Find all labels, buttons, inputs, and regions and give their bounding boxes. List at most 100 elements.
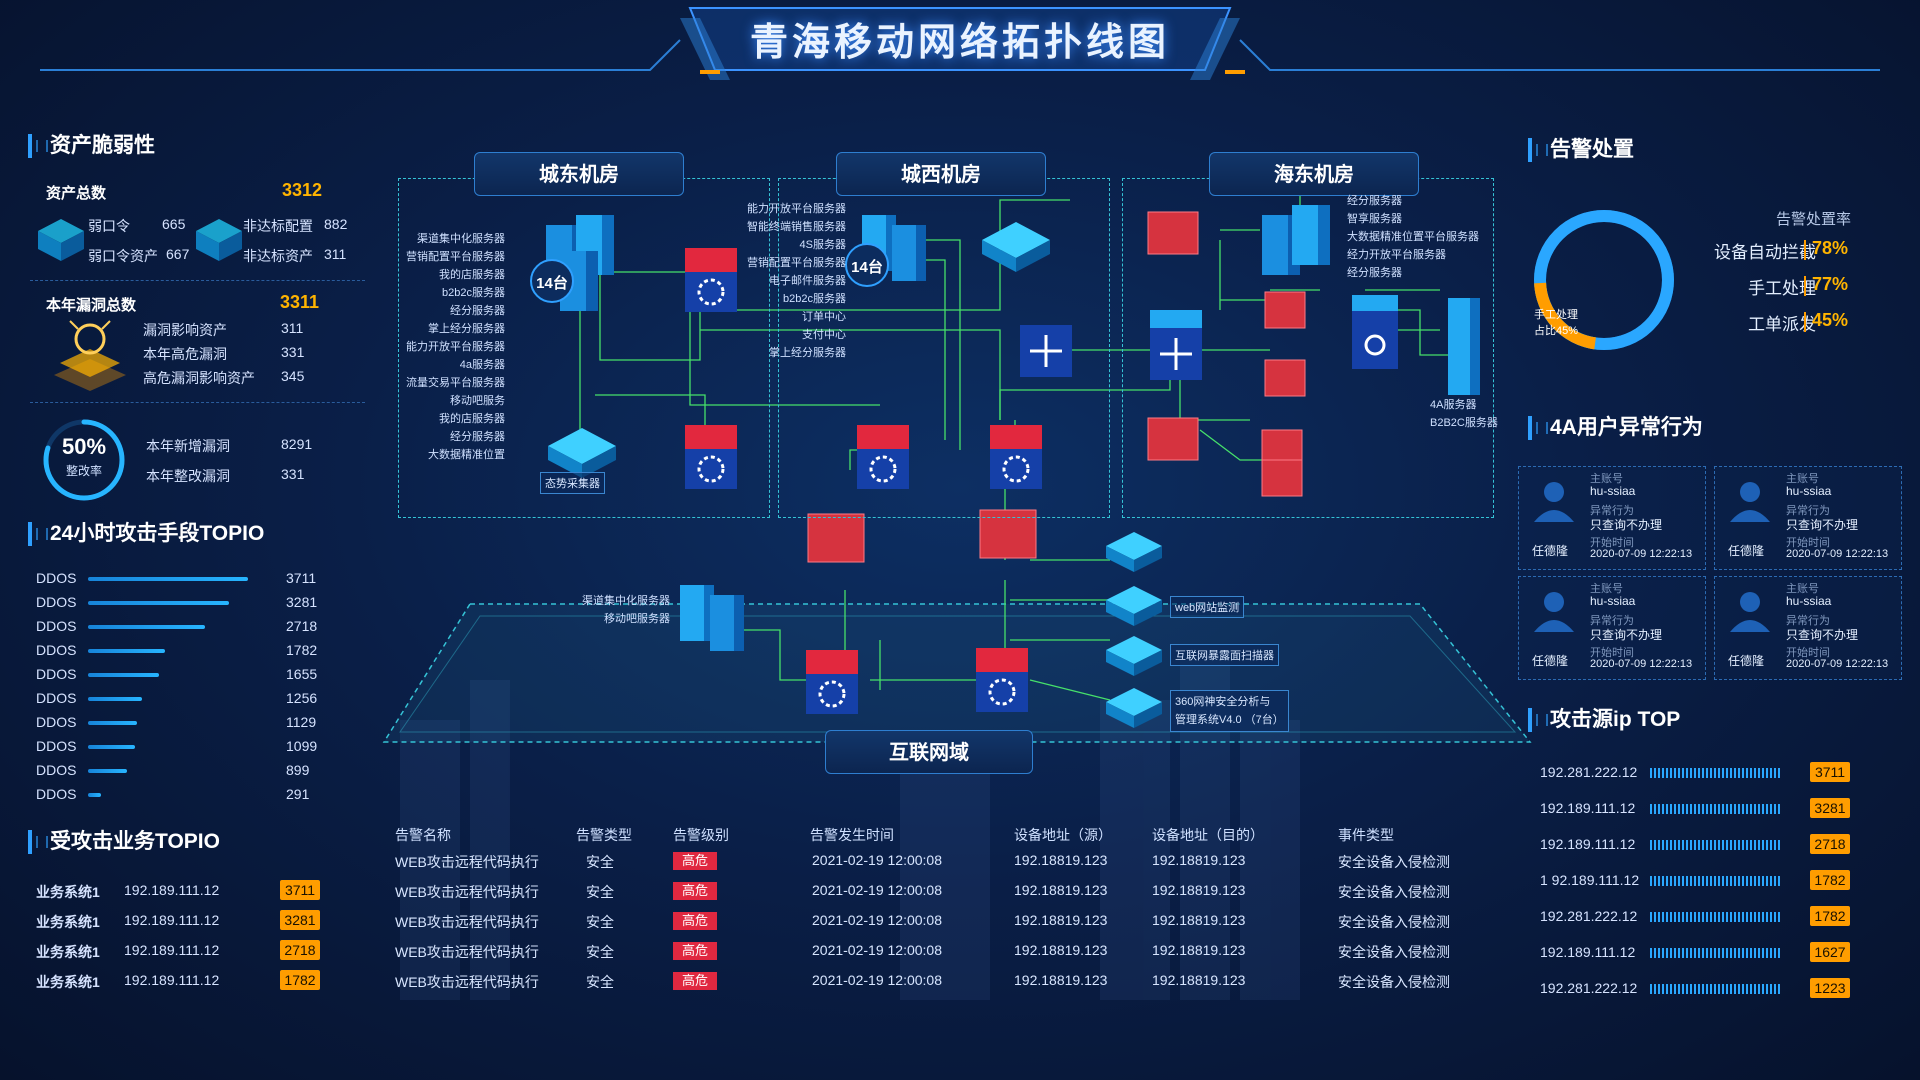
alarm-name[interactable]: WEB攻击远程代码执行 xyxy=(395,942,539,962)
attack-method-value: 1129 xyxy=(286,714,317,730)
user-acct: hu-ssiaa xyxy=(1590,484,1636,498)
alarm-handling-label: 手工处理 xyxy=(1748,279,1816,298)
alarm-rate-title: 告警处置率 xyxy=(1776,211,1852,228)
business-name: 业务系统1 xyxy=(36,974,100,990)
attack-method-label: DDOS xyxy=(36,666,77,682)
user-name: 任德隆 xyxy=(1532,654,1569,668)
alarm-table-header: 设备地址（源） xyxy=(1014,827,1112,843)
alarm-src: 192.18819.123 xyxy=(1014,912,1108,928)
alarm-type: 安全 xyxy=(586,914,614,930)
attack-method-bar xyxy=(88,745,135,749)
attack-ip-bar xyxy=(1650,876,1780,886)
alarm-name[interactable]: WEB攻击远程代码执行 xyxy=(395,972,539,992)
user-time: 2020-07-09 12:22:13 xyxy=(1786,658,1889,670)
alarm-src: 192.18819.123 xyxy=(1014,942,1108,958)
haidong-server-label: 经力开放平台服务器 xyxy=(1347,249,1446,261)
security-analysis-label[interactable]: 360网神安全分析与 管理系统V4.0 （7台） xyxy=(1170,690,1289,732)
attack-method-value: 1655 xyxy=(286,666,318,682)
user-avatar-icon xyxy=(1532,588,1580,636)
web-monitor-label[interactable]: web网站监测 xyxy=(1170,596,1245,618)
alarm-src: 192.18819.123 xyxy=(1014,972,1108,988)
user-name: 任德隆 xyxy=(1728,654,1765,668)
attack-method-bar xyxy=(88,697,142,701)
attack-ip-address: 192.189.111.12 xyxy=(1540,836,1636,852)
haidong-server-label: 经分服务器 xyxy=(1347,267,1402,279)
divider xyxy=(1804,276,1806,296)
alarm-table-header: 事件类型 xyxy=(1338,827,1394,843)
business-name: 业务系统1 xyxy=(36,884,100,900)
business-ip: 192.189.111.12 xyxy=(124,942,220,958)
user-time: 2020-07-09 12:22:13 xyxy=(1590,548,1693,560)
attack-ip-bar xyxy=(1650,984,1780,994)
east-server-label: 4a服务器 xyxy=(459,359,505,371)
user-behavior-section-title: 4A用户异常行为 xyxy=(1528,414,1703,442)
attack-ip-bar xyxy=(1650,912,1780,922)
alarm-time: 2021-02-19 12:00:08 xyxy=(812,912,942,928)
attack-ip-address: 1 92.189.111.12 xyxy=(1540,872,1640,888)
attack-method-label: DDOS xyxy=(36,570,77,586)
attack-method-value: 2718 xyxy=(286,618,318,634)
attack-method-label: DDOS xyxy=(36,762,77,778)
east-count-badge: 14台 xyxy=(536,275,568,292)
attack-ip-address: 192.189.111.12 xyxy=(1540,800,1636,816)
alarm-name[interactable]: WEB攻击远程代码执行 xyxy=(395,882,539,902)
room-tab-west[interactable]: 城西机房 xyxy=(836,152,1046,196)
alarm-handling-value: 77% xyxy=(1812,274,1849,294)
room-tab-internet[interactable]: 互联网域 xyxy=(825,730,1033,774)
east-server-label: 渠道集中化服务器 xyxy=(417,233,505,245)
attack-ip-count-badge: 1782 xyxy=(1810,870,1850,890)
user-acct: hu-ssiaa xyxy=(1590,594,1636,608)
room-tab-haidong[interactable]: 海东机房 xyxy=(1209,152,1419,196)
user-act: 只查询不办理 xyxy=(1590,628,1663,642)
east-server-label: 能力开放平台服务器 xyxy=(406,341,505,353)
attack-method-bar xyxy=(88,649,165,653)
room-tab-east[interactable]: 城东机房 xyxy=(474,152,684,196)
user-time: 2020-07-09 12:22:13 xyxy=(1590,658,1693,670)
divider xyxy=(1804,240,1806,260)
east-server-label: 经分服务器 xyxy=(450,305,505,317)
alarm-event: 安全设备入侵检测 xyxy=(1338,854,1450,870)
alarm-event: 安全设备入侵检测 xyxy=(1338,884,1450,900)
alarm-dst: 192.18819.123 xyxy=(1152,972,1246,988)
attack-ip-count-badge: 3711 xyxy=(1810,762,1850,782)
haidong-server-label: 智享服务器 xyxy=(1347,213,1402,225)
alarm-time: 2021-02-19 12:00:08 xyxy=(812,882,942,898)
haidong-right-label: B2B2C服务器 xyxy=(1430,417,1498,429)
attack-method-label: DDOS xyxy=(36,738,77,754)
attack-method-value: 291 xyxy=(286,786,310,802)
alarm-name[interactable]: WEB攻击远程代码执行 xyxy=(395,912,539,932)
internet-server-label: 移动吧服务器 xyxy=(604,613,670,625)
alarm-handling-label: 工单派发 xyxy=(1748,315,1816,334)
business-ip: 192.189.111.12 xyxy=(124,912,220,928)
exposure-scanner-label[interactable]: 互联网暴露面扫描器 xyxy=(1170,644,1279,666)
alarm-event: 安全设备入侵检测 xyxy=(1338,914,1450,930)
business-ip: 192.189.111.12 xyxy=(124,882,220,898)
ring-label-1: 手工处理 xyxy=(1534,309,1578,321)
alarm-table-header: 告警类型 xyxy=(576,827,632,843)
user-acct: hu-ssiaa xyxy=(1786,594,1832,608)
business-count-badge: 2718 xyxy=(280,940,320,960)
alarm-dst: 192.18819.123 xyxy=(1152,882,1246,898)
attack-ip-section-title: 攻击源ip TOP xyxy=(1528,706,1680,734)
attack-method-label: DDOS xyxy=(36,690,77,706)
alarm-dst: 192.18819.123 xyxy=(1152,852,1246,868)
attack-method-bar xyxy=(88,793,101,797)
attack-method-bar xyxy=(88,601,229,605)
attack-ip-count-badge: 1627 xyxy=(1810,942,1850,962)
attack-method-value: 3711 xyxy=(286,570,317,586)
west-server-label: 能力开放平台服务器 xyxy=(747,203,846,215)
attack-method-label: DDOS xyxy=(36,786,77,802)
attack-ip-bar xyxy=(1650,804,1780,814)
alarm-type: 安全 xyxy=(586,974,614,990)
east-server-label: 我的店服务器 xyxy=(439,413,505,425)
internet-server-label: 渠道集中化服务器 xyxy=(582,595,670,607)
alarm-name[interactable]: WEB攻击远程代码执行 xyxy=(395,852,539,872)
attack-method-value: 1782 xyxy=(286,642,318,658)
attack-method-value: 3281 xyxy=(286,594,318,610)
attack-ip-address: 192.281.222.12 xyxy=(1540,980,1638,996)
attack-method-label: DDOS xyxy=(36,642,77,658)
business-count-badge: 1782 xyxy=(280,970,320,990)
alarm-time: 2021-02-19 12:00:08 xyxy=(812,852,942,868)
alarm-handling-section-title: 告警处置 xyxy=(1528,136,1634,164)
business-name: 业务系统1 xyxy=(36,914,100,930)
